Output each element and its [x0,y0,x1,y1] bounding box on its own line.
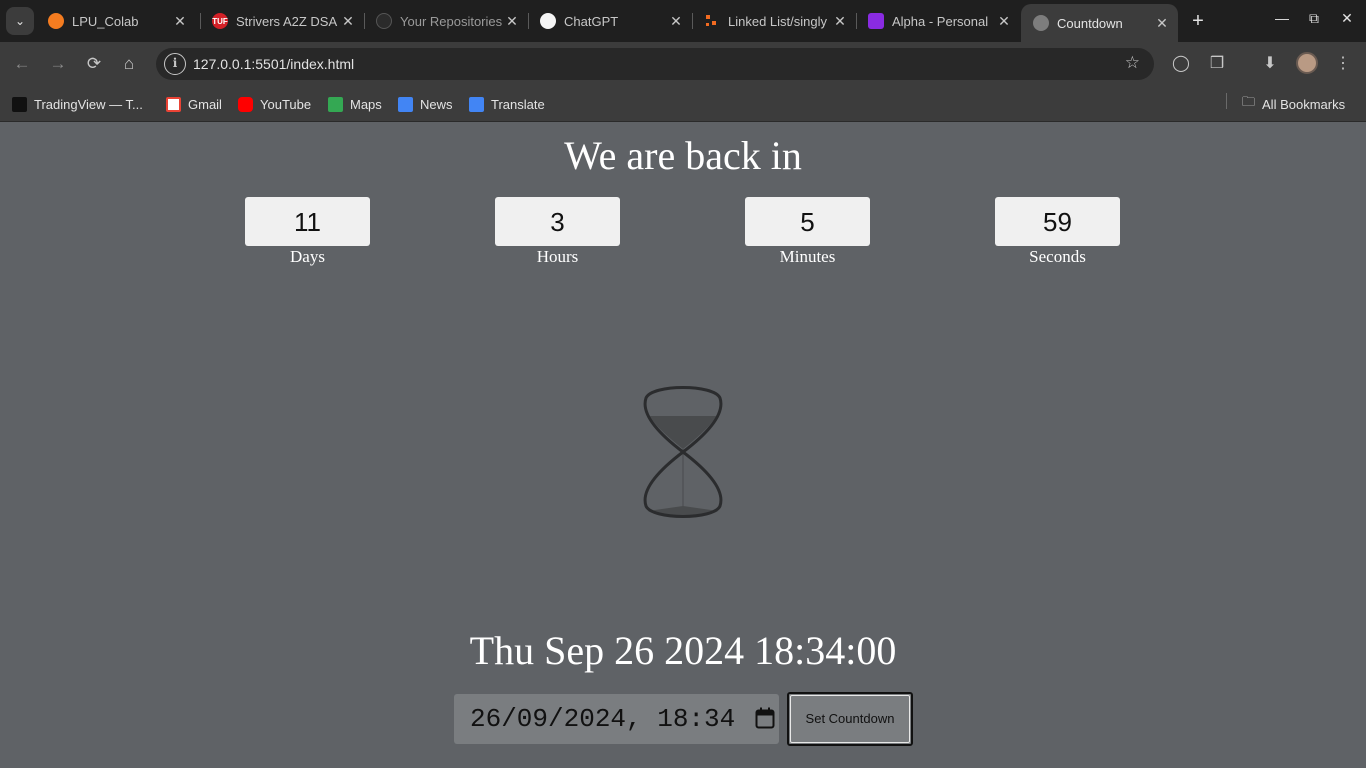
alpha-logo-icon [868,13,884,29]
tab-linked-list[interactable]: Linked List/singly ✕ [692,4,856,38]
tab-alpha[interactable]: Alpha - Personal ✕ [856,4,1020,38]
bookmark-youtube[interactable]: YouTube [238,94,311,114]
hours-unit: 3 Hours [495,197,620,267]
reload-button[interactable]: ⟳ [82,52,106,76]
browser-toolbar: ← → ⟳ ⌂ i 127.0.0.1:5501/index.html ☆ ◯ … [0,42,1366,86]
maps-icon [328,96,343,112]
minutes-label: Minutes [779,247,836,266]
new-tab-button[interactable]: + [1186,9,1210,33]
youtube-icon [238,96,253,112]
datetime-value[interactable]: 26/09/2024, 18:34 [470,704,735,734]
url-text[interactable]: 127.0.0.1:5501/index.html [193,56,354,72]
lpu-logo-icon [48,13,64,29]
arrow-left-icon: ← [13,54,31,73]
set-countdown-button[interactable]: Set Countdown [787,692,913,746]
seconds-unit: 59 Seconds [995,197,1120,267]
seconds-value: 59 [995,197,1120,246]
tab-search-button[interactable]: ⌄ [6,7,34,35]
restore-icon: ⧉ [1309,10,1319,26]
seconds-label: Seconds [1029,247,1086,266]
close-icon[interactable]: ✕ [1152,15,1172,32]
minimize-icon: — [1275,10,1289,26]
close-icon[interactable]: ✕ [170,13,190,30]
countdown-page: We are back in 11 Days 3 Hours 5 Minutes… [0,122,1366,768]
bookmark-news[interactable]: News [398,94,453,114]
target-date: Thu Sep 26 2024 18:34:00 [469,628,897,673]
news-icon [398,96,413,112]
page-title: We are back in [564,133,802,178]
extensions-icon[interactable]: ❒ [1205,52,1229,76]
close-icon: ✕ [1341,10,1353,26]
tab-repositories[interactable]: Your Repositories ✕ [364,4,528,38]
globe-icon [1033,15,1049,31]
minimize-button[interactable]: — [1272,10,1292,26]
tuf-logo-icon: TUF [212,13,228,29]
more-menu-icon[interactable]: ⋮ [1331,52,1355,76]
linked-list-icon [704,13,720,29]
forward-button[interactable]: → [46,52,70,76]
minutes-unit: 5 Minutes [745,197,870,267]
home-icon: ⌂ [123,54,135,73]
profile-avatar[interactable] [1296,52,1318,74]
hourglass-icon [643,386,723,518]
site-info-icon[interactable]: i [164,53,186,75]
translate-icon [469,96,484,112]
calendar-icon[interactable] [755,707,775,729]
folder-icon: 🗀 [1242,94,1256,109]
close-icon[interactable]: ✕ [830,13,850,30]
minutes-value: 5 [745,197,870,246]
datetime-input[interactable]: 26/09/2024, 18:34 [454,694,779,744]
bookmarks-bar: TradingView — T... Gmail YouTube Maps Ne… [0,86,1366,122]
tab-countdown[interactable]: Countdown ✕ [1021,4,1178,42]
bookmark-star-icon[interactable]: ☆ [1125,53,1140,73]
arrow-right-icon: → [49,54,67,73]
hours-value: 3 [495,197,620,246]
close-icon[interactable]: ✕ [502,13,522,30]
tab-strivers[interactable]: TUF Strivers A2Z DSA ✕ [200,4,364,38]
reload-icon: ⟳ [86,54,102,73]
gmail-icon [166,96,181,112]
tab-lpu-colab[interactable]: LPU_Colab ✕ [36,4,196,38]
close-icon[interactable]: ✕ [994,13,1014,30]
bookmark-gmail[interactable]: Gmail [166,94,222,114]
days-unit: 11 Days [245,197,370,267]
bookmark-translate[interactable]: Translate [469,94,545,114]
github-logo-icon [376,13,392,29]
tradingview-icon [12,96,27,112]
plus-icon: + [1192,10,1204,32]
days-label: Days [290,247,325,266]
close-icon[interactable]: ✕ [666,13,686,30]
all-bookmarks-button[interactable]: 🗀 All Bookmarks [1242,94,1345,114]
download-icon[interactable]: ⬇ [1258,52,1282,76]
close-window-button[interactable]: ✕ [1337,10,1357,27]
address-bar[interactable]: i 127.0.0.1:5501/index.html ☆ [156,48,1154,80]
hours-label: Hours [536,247,579,266]
bookmark-maps[interactable]: Maps [328,94,382,114]
restore-button[interactable]: ⧉ [1304,10,1324,27]
days-value: 11 [245,197,370,246]
chevron-down-icon: ⌄ [14,14,26,28]
openai-logo-icon [540,13,556,29]
bookmark-tradingview[interactable]: TradingView — T... [12,94,143,114]
mouse-extension-icon[interactable]: ◯ [1169,52,1193,76]
tab-chatgpt[interactable]: ChatGPT ✕ [528,4,692,38]
tab-strip: ⌄ LPU_Colab ✕ TUF Strivers A2Z DSA ✕ You… [0,0,1366,42]
back-button[interactable]: ← [10,52,34,76]
close-icon[interactable]: ✕ [338,13,358,30]
home-button[interactable]: ⌂ [117,52,141,76]
